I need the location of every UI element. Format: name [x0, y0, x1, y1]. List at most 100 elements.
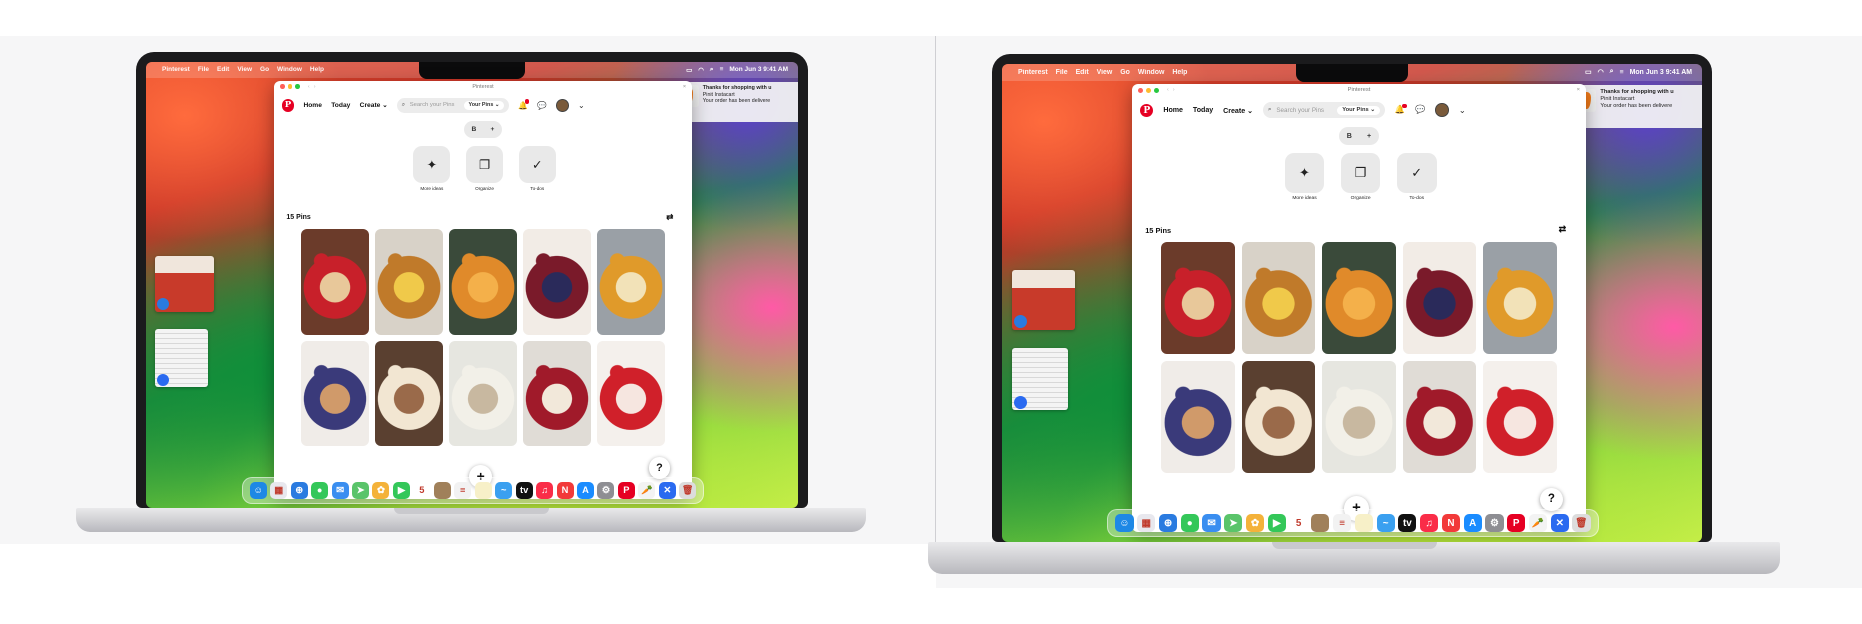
stage-manager-thumb-2[interactable] [1011, 347, 1068, 411]
tool-more-ideas[interactable]: ✦ More ideas [1281, 153, 1327, 201]
account-chevron-icon[interactable]: ⌄ [1459, 105, 1466, 115]
filter-icon[interactable]: ⇄ [1559, 224, 1567, 235]
dock-mail-icon[interactable]: ✉ [331, 481, 349, 499]
pin-bundt-cake[interactable] [1241, 242, 1316, 355]
search-input[interactable]: ⌕ Search your Pins Your Pins ⌄ [1262, 101, 1386, 119]
menu-window[interactable]: Window [1138, 69, 1164, 76]
dock-trash-icon[interactable]: 🗑 [1572, 514, 1591, 533]
dock-system-settings-icon[interactable]: ⚙ [597, 481, 615, 499]
pinterest-logo-icon[interactable]: P [281, 99, 295, 112]
dock-calendar-icon[interactable]: 5 [413, 481, 431, 499]
stage-manager-thumb-1[interactable] [1011, 270, 1075, 330]
dock-apple-tv-icon[interactable]: tv [515, 481, 533, 499]
pin-blueberry-bars[interactable] [301, 340, 369, 447]
menu-help[interactable]: Help [1172, 69, 1187, 76]
stage-manager-thumb-2[interactable] [155, 328, 208, 388]
stage-manager-thumb-1[interactable] [155, 255, 215, 312]
dock-safari-icon[interactable]: ⊕ [290, 481, 308, 499]
dock-maps-icon[interactable]: ➤ [351, 481, 370, 499]
dock-notes-icon[interactable] [1354, 514, 1373, 533]
dock-xcode-icon[interactable]: ✕ [1550, 514, 1569, 533]
help-button[interactable]: ? [648, 456, 671, 479]
dock-freeform-icon[interactable]: ~ [1376, 514, 1395, 533]
pin-berry-pavlova[interactable] [1402, 242, 1477, 355]
menu-file[interactable]: File [1056, 69, 1068, 76]
messages-icon[interactable]: 💬 [1415, 105, 1425, 115]
dock-system-settings-icon[interactable]: ⚙ [1485, 514, 1504, 533]
avatar[interactable] [555, 98, 569, 112]
nav-today[interactable]: Today [1193, 106, 1213, 114]
dock-maps-icon[interactable]: ➤ [1224, 514, 1243, 533]
menu-view[interactable]: View [1097, 69, 1113, 76]
menu-view[interactable]: View [237, 66, 252, 73]
pin-strawberry-tart[interactable] [301, 229, 369, 335]
dock-trash-icon[interactable]: 🗑 [679, 481, 697, 499]
pin-iced-cake[interactable] [1241, 360, 1316, 474]
avatar[interactable] [1435, 103, 1449, 117]
filter-icon[interactable]: ⇄ [666, 212, 673, 223]
menu-app-name[interactable]: Pinterest [1018, 69, 1048, 76]
dock-pinterest-icon[interactable]: P [617, 481, 635, 499]
pin-citrus-cake[interactable] [1322, 242, 1396, 355]
battery-icon[interactable]: ▭ [686, 66, 692, 74]
dock-music-icon[interactable]: ♫ [1420, 514, 1439, 533]
pin-orange-tart[interactable] [1482, 242, 1557, 355]
dock-news-icon[interactable]: N [556, 481, 574, 499]
nav-create[interactable]: Create ⌄ [1223, 106, 1253, 115]
pin-cream-puffs[interactable] [449, 340, 517, 447]
pinterest-logo-icon[interactable]: P [1140, 103, 1154, 117]
tool-to-dos[interactable]: ✓ To-dos [1394, 153, 1440, 201]
control-center-icon[interactable]: ≡ [720, 66, 724, 73]
pin-strawberry-cupcakes[interactable] [1482, 360, 1557, 474]
add-board-icon[interactable]: + [491, 126, 495, 133]
tool-organize[interactable]: ❐ Organize [463, 145, 506, 191]
board-pill[interactable]: B + [464, 120, 502, 138]
control-center-icon[interactable]: ≡ [1620, 69, 1624, 76]
dock-mail-icon[interactable]: ✉ [1202, 514, 1221, 533]
dock-photos-icon[interactable]: ✿ [372, 481, 390, 499]
menu-edit[interactable]: Edit [217, 66, 229, 73]
search-scope-dropdown[interactable]: Your Pins ⌄ [463, 100, 505, 110]
search-input[interactable]: ⌕ Search your Pins Your Pins ⌄ [397, 97, 509, 114]
pin-berry-cheesecake[interactable] [523, 340, 591, 447]
dock-facetime-icon[interactable]: ▶ [1267, 514, 1286, 533]
pin-cream-puffs[interactable] [1322, 360, 1396, 474]
close-tab-icon[interactable]: × [1577, 87, 1580, 93]
pin-blueberry-bars[interactable] [1161, 360, 1236, 474]
dock-app-store-icon[interactable]: A [576, 481, 594, 499]
dock-safari-icon[interactable]: ⊕ [1158, 514, 1178, 533]
dock-apple-tv-icon[interactable]: tv [1398, 514, 1417, 533]
wifi-icon[interactable]: ◠ [698, 66, 704, 74]
notification-banner[interactable]: Thanks for shopping with u Pinit Instaca… [1573, 85, 1702, 129]
dock-freeform-icon[interactable]: ~ [495, 481, 513, 499]
search-scope-dropdown[interactable]: Your Pins ⌄ [1337, 105, 1381, 115]
dock-messages-icon[interactable]: ● [1180, 514, 1199, 533]
dock-photos-icon[interactable]: ✿ [1245, 514, 1265, 533]
board-pill[interactable]: B + [1339, 126, 1379, 145]
pin-strawberry-cupcakes[interactable] [597, 340, 665, 447]
pin-berry-pavlova[interactable] [523, 229, 591, 335]
menu-go[interactable]: Go [1120, 69, 1130, 76]
menu-file[interactable]: File [198, 66, 209, 73]
pin-berry-cheesecake[interactable] [1402, 360, 1477, 474]
menu-app-name[interactable]: Pinterest [162, 66, 190, 73]
pin-orange-tart[interactable] [597, 229, 665, 335]
search-icon[interactable]: ⌕ [710, 66, 714, 74]
dock-instacart-icon[interactable]: 🥕 [1528, 514, 1548, 533]
pin-citrus-cake[interactable] [449, 229, 517, 335]
dock-calendar-icon[interactable]: 5 [1289, 514, 1308, 533]
nav-home[interactable]: Home [303, 102, 322, 109]
dock-app-store-icon[interactable]: A [1463, 514, 1482, 533]
nav-today[interactable]: Today [331, 102, 350, 109]
dock-music-icon[interactable]: ♫ [536, 481, 554, 499]
tool-organize[interactable]: ❐ Organize [1338, 153, 1384, 201]
messages-icon[interactable]: 💬 [537, 101, 547, 110]
menu-go[interactable]: Go [260, 66, 269, 73]
dock-finder-icon[interactable]: ☺ [1115, 514, 1134, 533]
notification-banner[interactable]: Thanks for shopping with u Pinit Instaca… [677, 82, 798, 123]
nav-home[interactable]: Home [1163, 106, 1183, 114]
wifi-icon[interactable]: ◠ [1598, 68, 1604, 76]
account-chevron-icon[interactable]: ⌄ [578, 101, 585, 110]
dock-notes-brown-icon[interactable] [1311, 514, 1330, 533]
nav-create[interactable]: Create ⌄ [360, 101, 388, 109]
